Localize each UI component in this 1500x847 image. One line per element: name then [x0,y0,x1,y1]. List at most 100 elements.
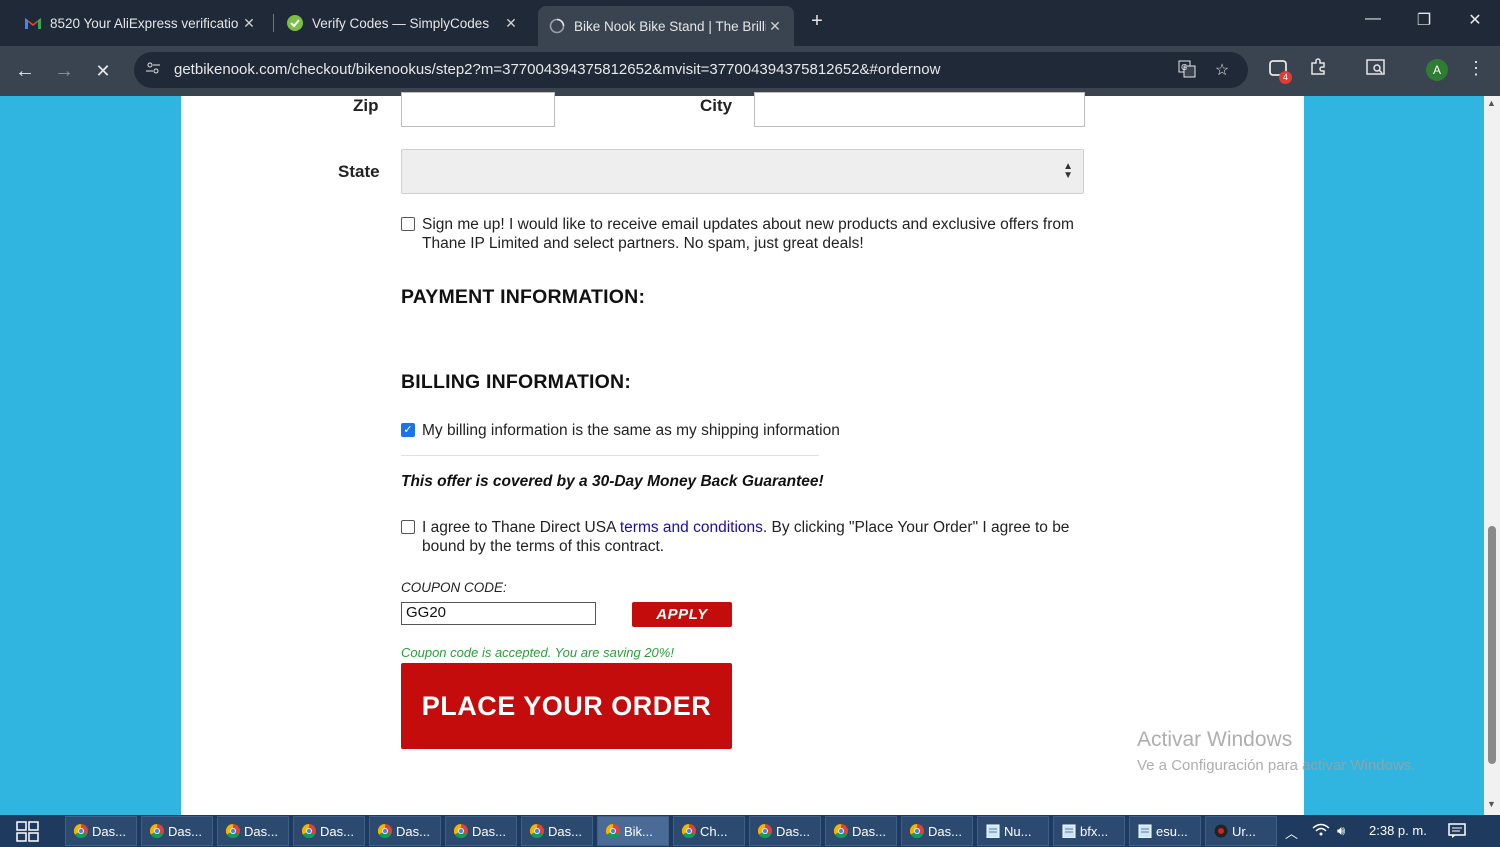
taskbar-item[interactable]: bfx... [1053,816,1125,846]
taskbar-item-label: Das... [548,823,582,839]
terms-prefix: I agree to Thane Direct USA [422,519,620,536]
coupon-success-message: Coupon code is accepted. You are saving … [401,645,674,660]
close-icon[interactable]: ✕ [502,15,520,32]
taskbar-item-label: Das... [168,823,202,839]
scroll-up-icon[interactable]: ▲ [1487,98,1496,108]
taskbar-item-label: Nu... [1004,823,1032,839]
tab-simplycodes[interactable]: Verify Codes — SimplyCodes ✕ [276,6,530,40]
translate-icon[interactable]: G [1176,60,1198,83]
divider [401,455,819,456]
chrome-icon [150,824,164,838]
close-icon[interactable]: ✕ [240,15,258,32]
volume-icon[interactable]: 🔊︎ [1337,823,1345,839]
site-info-icon[interactable] [142,60,164,81]
checkout-page: Zip City State ▲ ▼ Sign me up! I would li… [181,92,1304,815]
taskbar-item-label: Das... [852,823,886,839]
tray-chevron-icon[interactable]: ︿ [1285,823,1298,842]
menu-kebab-icon[interactable]: ⋮ [1464,58,1488,79]
bookmark-star-icon[interactable]: ☆ [1211,60,1233,80]
city-input[interactable] [754,92,1085,127]
billing-same-checkbox[interactable]: ✓ [401,423,415,437]
signup-checkbox[interactable] [401,217,415,231]
wifi-icon[interactable] [1312,823,1330,840]
minimize-icon[interactable]: — [1358,10,1388,28]
stop-loading-icon[interactable]: ✕ [90,58,116,84]
restore-icon[interactable]: ❐ [1409,10,1439,30]
chrome-icon [682,824,696,838]
chrome-icon [530,824,544,838]
billing-same-text: My billing information is the same as my… [422,422,840,439]
terms-link[interactable]: terms and conditions [620,519,763,536]
chrome-icon [378,824,392,838]
taskbar-item[interactable]: Das... [521,816,593,846]
app-icon [1214,824,1228,838]
simplycodes-icon [286,14,304,32]
apply-coupon-button[interactable]: APPLY [632,602,732,627]
zip-label: Zip [353,96,379,115]
taskbar-item[interactable]: Nu... [977,816,1049,846]
close-icon[interactable]: ✕ [766,18,784,35]
tab-search-icon[interactable] [1364,58,1388,81]
url-text: getbikenook.com/checkout/bikenookus/step… [174,61,941,78]
close-window-icon[interactable]: ✕ [1460,10,1490,30]
terms-text: I agree to Thane Direct USA terms and co… [422,518,1092,556]
taskbar-item[interactable]: Das... [141,816,213,846]
terms-checkbox[interactable] [401,520,415,534]
coupon-input[interactable]: GG20 [401,602,596,625]
select-arrows-icon: ▲ ▼ [1063,161,1073,181]
notepad-icon [1062,824,1076,838]
taskbar-item[interactable]: Das... [65,816,137,846]
taskbar-item[interactable]: esu... [1129,816,1201,846]
chrome-icon [302,824,316,838]
chrome-icon [74,824,88,838]
tab-title: 8520 Your AliExpress verificatio [50,15,239,31]
billing-heading: BILLING INFORMATION: [401,371,632,393]
back-arrow-icon[interactable]: ← [12,58,38,84]
taskbar-item-label: Bik... [624,823,653,839]
task-view-icon[interactable] [16,821,40,843]
taskbar-item-label: Das... [244,823,278,839]
extension-badge: 4 [1279,71,1292,84]
tab-bikenook[interactable]: Bike Nook Bike Stand | The Brilli ✕ [538,6,794,46]
taskbar-item-label: Das... [928,823,962,839]
taskbar-item[interactable]: Das... [825,816,897,846]
notifications-icon[interactable] [1448,823,1466,842]
tab-title: Bike Nook Bike Stand | The Brilli [574,18,766,34]
taskbar-item[interactable]: Das... [901,816,973,846]
state-label: State [338,162,380,181]
taskbar-item[interactable]: Ch... [673,816,745,846]
taskbar-item-label: Das... [776,823,810,839]
taskbar-item-label: Das... [472,823,506,839]
taskbar-item[interactable]: Das... [369,816,441,846]
scroll-thumb[interactable] [1488,526,1496,764]
taskbar-item[interactable]: Das... [217,816,289,846]
extensions-puzzle-icon[interactable] [1306,58,1330,81]
zip-input[interactable] [401,92,555,127]
taskbar-item[interactable]: Ur... [1205,816,1277,846]
page-scrollbar[interactable]: ▲ ▼ [1484,96,1500,815]
taskbar-item-label: Das... [396,823,430,839]
clock[interactable]: 2:38 p. m. [1369,823,1427,838]
taskbar-item[interactable]: Das... [445,816,517,846]
taskbar-item[interactable]: Das... [293,816,365,846]
tab-separator [273,14,274,32]
taskbar-item[interactable]: Das... [749,816,821,846]
address-bar[interactable]: getbikenook.com/checkout/bikenookus/step… [134,52,1248,88]
forward-arrow-icon[interactable]: → [51,58,77,84]
new-tab-button[interactable]: + [806,10,828,33]
chrome-icon [454,824,468,838]
taskbar-item-label: esu... [1156,823,1188,839]
taskbar-item[interactable]: Bik... [597,816,669,846]
chrome-icon [758,824,772,838]
state-select[interactable]: ▲ ▼ [401,149,1084,194]
payment-heading: PAYMENT INFORMATION: [401,286,646,308]
tab-title: Verify Codes — SimplyCodes [312,15,490,31]
chrome-icon [834,824,848,838]
tab-aliexpress[interactable]: 8520 Your AliExpress verificatio ✕ [14,6,268,40]
windows-activation-watermark: Activar Windows [1137,728,1293,751]
guarantee-text: This offer is covered by a 30-Day Money … [401,473,824,490]
place-order-button[interactable]: PLACE YOUR ORDER [401,663,732,749]
scroll-down-icon[interactable]: ▼ [1487,799,1496,809]
notepad-icon [1138,824,1152,838]
profile-avatar[interactable]: A [1426,59,1448,81]
